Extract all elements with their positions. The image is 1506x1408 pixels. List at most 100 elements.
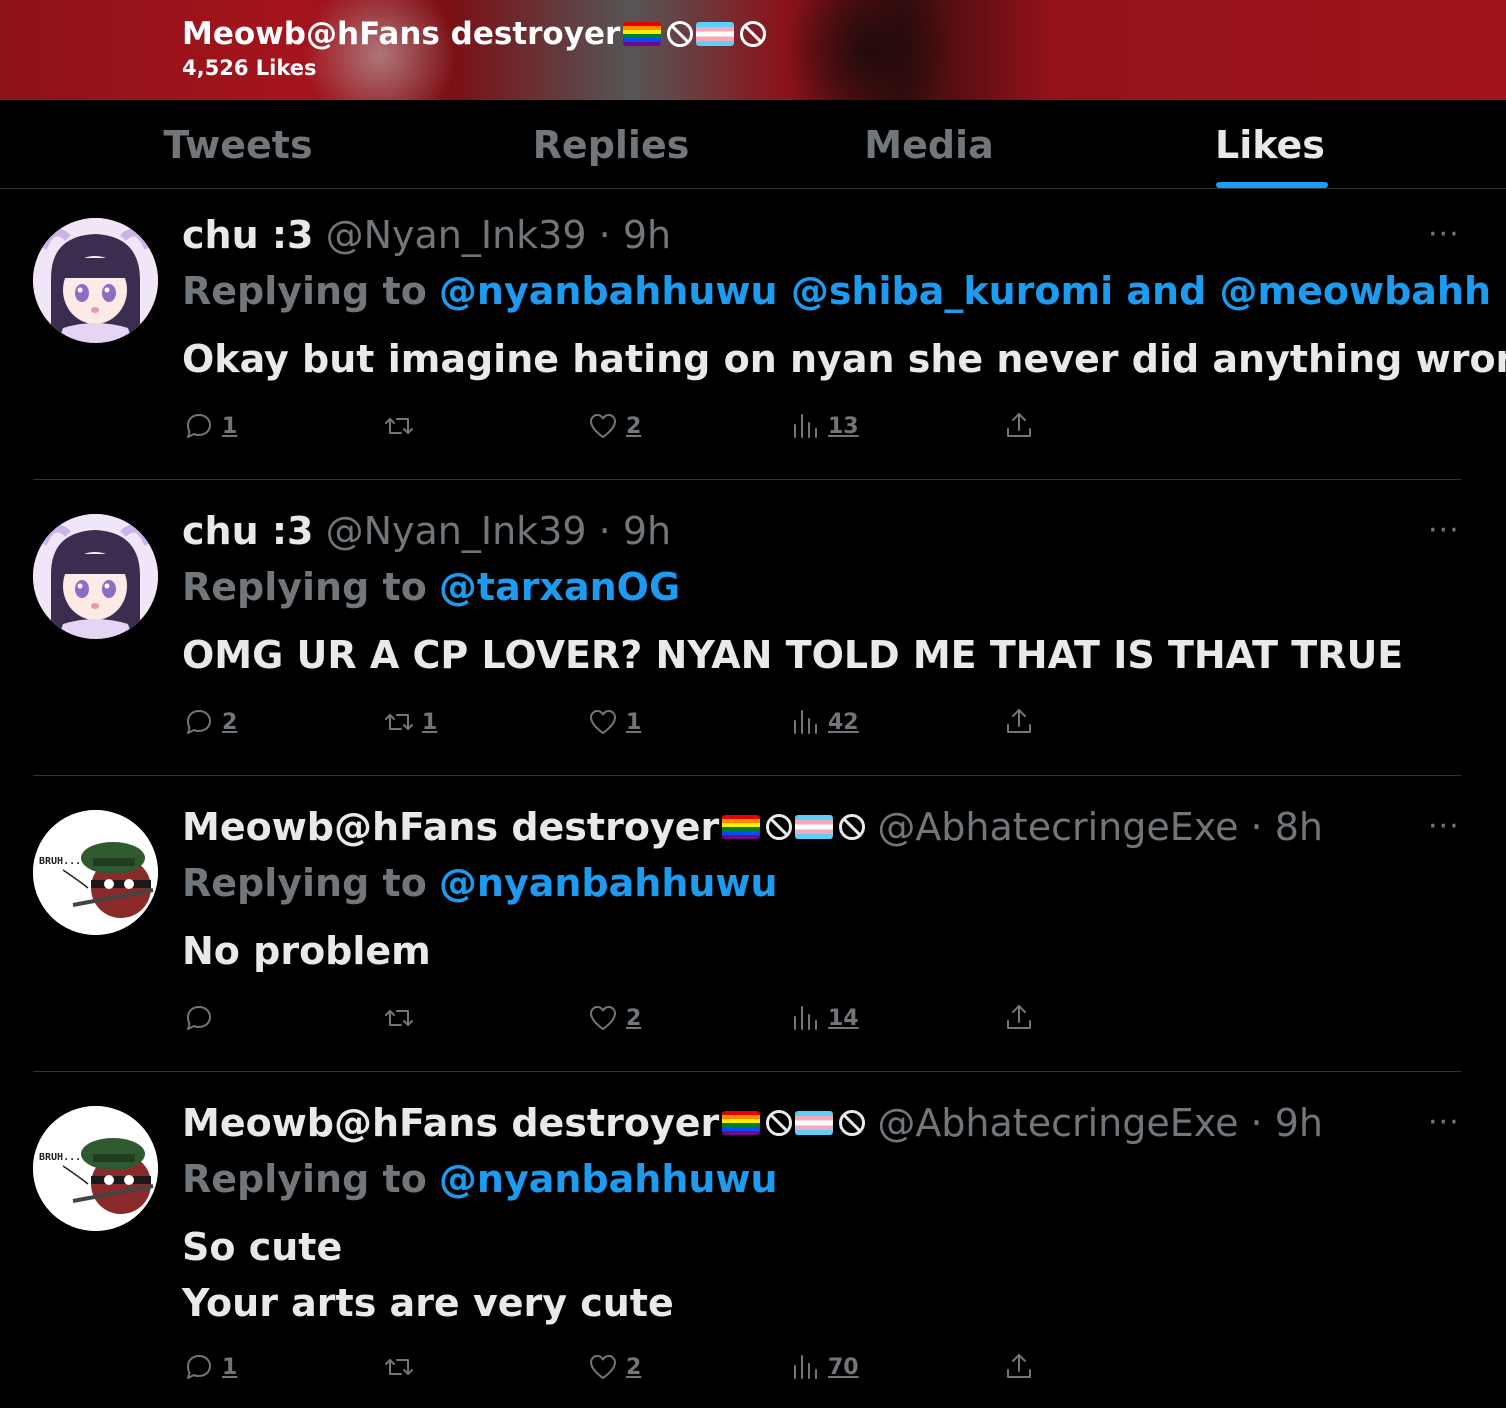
tweet-actions: 1 2 70	[182, 1350, 1062, 1386]
views-button[interactable]: 14	[788, 1001, 859, 1035]
mention-link[interactable]: @nyanbahhuwu @shiba_kuromi and @meowbahh	[439, 269, 1491, 313]
heart-icon	[586, 705, 620, 739]
retweet-icon	[382, 1350, 416, 1384]
tab-tweets[interactable]: Tweets	[100, 100, 376, 189]
share-button[interactable]	[1002, 705, 1036, 739]
retweet-button[interactable]	[382, 1350, 422, 1384]
author-handle[interactable]: @AbhatecringeExe	[877, 1101, 1238, 1145]
tweet-actions: 2 1 1 42	[182, 705, 1062, 741]
prohibited-icon	[766, 1110, 793, 1136]
views-icon	[788, 1001, 822, 1035]
retweet-icon	[382, 1001, 416, 1035]
tweet-text: Your arts are very cute	[182, 1281, 674, 1325]
mention-link[interactable]: @nyanbahhuwu	[439, 861, 778, 905]
retweet-button[interactable]	[382, 1001, 422, 1035]
tweet-card[interactable]: BRUH... Meowb@hFans destroyer @Abhatecri…	[0, 1072, 1506, 1408]
rainbow-flag-icon	[722, 1111, 761, 1135]
reply-button[interactable]: 2	[182, 705, 237, 739]
tweet-text: OMG UR A CP LOVER? NYAN TOLD ME THAT IS …	[182, 633, 1404, 677]
tweet-header: Meowb@hFans destroyer @AbhatecringeExe ·…	[182, 1100, 1323, 1146]
tweet-actions: 1 2 13	[182, 409, 1062, 445]
share-button[interactable]	[1002, 1001, 1036, 1035]
more-options-icon[interactable]: ···	[1428, 809, 1460, 844]
views-icon	[788, 1350, 822, 1384]
heart-icon	[586, 1001, 620, 1035]
tweet-time[interactable]: 8h	[1275, 805, 1323, 849]
avatar[interactable]: BRUH...	[33, 810, 158, 935]
replying-to: Replying to @nyanbahhuwu	[182, 861, 778, 905]
views-button[interactable]: 13	[788, 409, 859, 443]
mention-link[interactable]: @tarxanOG	[439, 565, 680, 609]
like-button[interactable]: 2	[586, 1001, 641, 1035]
tweet-text: No problem	[182, 929, 431, 973]
views-icon	[788, 409, 822, 443]
tab-media[interactable]: Media	[800, 100, 1058, 189]
author-handle[interactable]: @AbhatecringeExe	[877, 805, 1238, 849]
tweet-header: chu :3 @Nyan_Ink39 · 9h	[182, 212, 672, 258]
author-handle[interactable]: @Nyan_Ink39	[326, 509, 587, 553]
heart-icon	[586, 1350, 620, 1384]
tweet-time[interactable]: 9h	[623, 509, 671, 553]
share-icon	[1002, 705, 1036, 739]
like-button[interactable]: 1	[586, 705, 641, 739]
more-options-icon[interactable]: ···	[1428, 1105, 1460, 1140]
avatar[interactable]	[33, 514, 158, 639]
avatar[interactable]: BRUH...	[33, 1106, 158, 1231]
tweet-text: Okay but imagine hating on nyan she neve…	[182, 337, 1506, 381]
reply-icon	[182, 1350, 216, 1384]
more-options-icon[interactable]: ···	[1428, 513, 1460, 548]
tweet-card[interactable]: chu :3 @Nyan_Ink39 · 9h ··· Replying to …	[0, 189, 1506, 479]
tweet-card[interactable]: BRUH... Meowb@hFans destroyer @Abhatecri…	[0, 776, 1506, 1071]
share-button[interactable]	[1002, 1350, 1036, 1384]
rainbow-flag-icon	[623, 22, 662, 46]
replying-to: Replying to @nyanbahhuwu @shiba_kuromi a…	[182, 269, 1492, 313]
reply-button[interactable]	[182, 1001, 222, 1035]
views-button[interactable]: 70	[788, 1350, 859, 1384]
tweet-header: Meowb@hFans destroyer @AbhatecringeExe ·…	[182, 804, 1323, 850]
reply-icon	[182, 409, 216, 443]
tweet-header: chu :3 @Nyan_Ink39 · 9h	[182, 508, 672, 554]
share-icon	[1002, 409, 1036, 443]
like-button[interactable]: 2	[586, 409, 641, 443]
reply-button[interactable]: 1	[182, 409, 237, 443]
more-options-icon[interactable]: ···	[1428, 217, 1460, 252]
share-button[interactable]	[1002, 409, 1036, 443]
share-icon	[1002, 1001, 1036, 1035]
tweet-time[interactable]: 9h	[1275, 1101, 1323, 1145]
prohibited-icon	[839, 814, 866, 840]
tab-likes[interactable]: Likes	[1160, 100, 1380, 189]
views-button[interactable]: 42	[788, 705, 859, 739]
views-icon	[788, 705, 822, 739]
avatar[interactable]	[33, 218, 158, 343]
retweet-button[interactable]	[382, 409, 422, 443]
replying-to: Replying to @tarxanOG	[182, 565, 681, 609]
tweet-time[interactable]: 9h	[623, 213, 671, 257]
author-name[interactable]: chu :3	[182, 508, 314, 554]
tweet-card[interactable]: chu :3 @Nyan_Ink39 · 9h ··· Replying to …	[0, 480, 1506, 775]
reply-button[interactable]: 1	[182, 1350, 237, 1384]
rainbow-flag-icon	[722, 815, 761, 839]
heart-icon	[586, 409, 620, 443]
author-name[interactable]: Meowb@hFans destroyer	[182, 1100, 866, 1146]
author-name[interactable]: chu :3	[182, 212, 314, 258]
likes-count: 4,526 Likes	[182, 56, 317, 80]
trans-flag-icon	[696, 22, 735, 46]
profile-name: Meowb@hFans destroyer	[182, 16, 767, 52]
trans-flag-icon	[795, 815, 834, 839]
author-name[interactable]: Meowb@hFans destroyer	[182, 804, 866, 850]
tweet-text: So cute	[182, 1225, 343, 1269]
mention-link[interactable]: @nyanbahhuwu	[439, 1157, 778, 1201]
profile-tabs: Tweets Replies Media Likes	[0, 100, 1506, 189]
reply-icon	[182, 1001, 216, 1035]
share-icon	[1002, 1350, 1036, 1384]
active-tab-indicator	[1216, 182, 1328, 188]
like-button[interactable]: 2	[586, 1350, 641, 1384]
tweet-actions: 2 14	[182, 1001, 1062, 1037]
reply-icon	[182, 705, 216, 739]
tab-replies[interactable]: Replies	[470, 100, 752, 189]
trans-flag-icon	[795, 1111, 834, 1135]
author-handle[interactable]: @Nyan_Ink39	[326, 213, 587, 257]
retweet-button[interactable]: 1	[382, 705, 437, 739]
prohibited-icon	[839, 1110, 866, 1136]
retweet-icon	[382, 705, 416, 739]
